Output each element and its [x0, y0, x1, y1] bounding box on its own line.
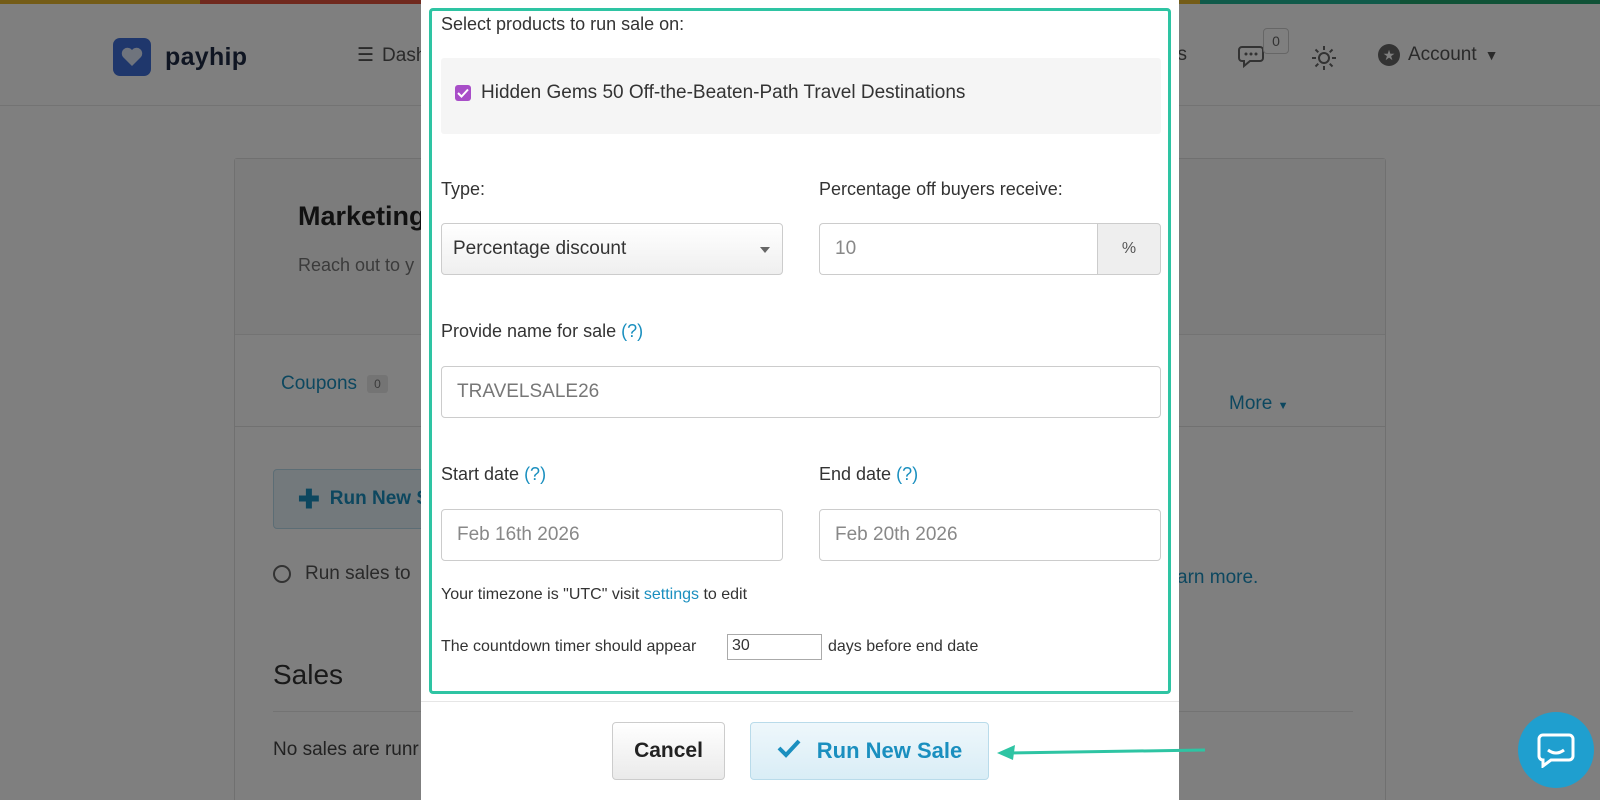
product-item[interactable]: Hidden Gems 50 Off-the-Beaten-Path Trave…: [455, 82, 965, 104]
end-date-input[interactable]: Feb 20th 2026: [819, 509, 1161, 561]
settings-link[interactable]: settings: [644, 586, 699, 603]
product-list: Hidden Gems 50 Off-the-Beaten-Path Trave…: [441, 58, 1161, 134]
percent-addon: %: [1097, 223, 1161, 275]
caret-down-icon: [760, 247, 770, 253]
percentage-input[interactable]: 10: [819, 223, 1097, 275]
discount-type-select[interactable]: Percentage discount: [441, 223, 783, 275]
countdown-prefix: The countdown timer should appear: [441, 638, 697, 655]
check-icon: [777, 738, 801, 764]
start-date-input[interactable]: Feb 16th 2026: [441, 509, 783, 561]
cancel-button[interactable]: Cancel: [612, 722, 725, 780]
chat-bubble-icon: [1537, 733, 1575, 768]
select-products-label: Select products to run sale on:: [441, 14, 685, 34]
run-new-sale-label: Run New Sale: [816, 738, 963, 763]
timezone-suffix: to edit: [703, 586, 748, 603]
start-date-label-text: Start date: [441, 464, 520, 484]
run-new-sale-button[interactable]: Run New Sale: [750, 722, 989, 780]
countdown-days-input[interactable]: 30: [727, 634, 822, 660]
end-date-label-text: End date: [819, 464, 892, 484]
help-chat-button[interactable]: [1518, 712, 1594, 788]
sale-name-input[interactable]: TRAVELSALE26: [441, 366, 1161, 418]
product-name: Hidden Gems 50 Off-the-Beaten-Path Trave…: [481, 82, 966, 103]
timezone-prefix: Your timezone is "UTC" visit: [441, 586, 640, 603]
sale-name-label: Provide name for sale (?): [441, 321, 643, 342]
type-label: Type:: [441, 179, 486, 199]
start-date-label: Start date (?): [441, 464, 546, 485]
end-date-help-link[interactable]: (?): [896, 464, 918, 484]
run-sale-modal: Select products to run sale on: Hidden G…: [421, 0, 1179, 800]
countdown-suffix: days before end date: [828, 638, 979, 655]
sale-name-label-text: Provide name for sale: [441, 321, 617, 341]
discount-type-value: Percentage discount: [453, 238, 627, 259]
start-date-help-link[interactable]: (?): [524, 464, 546, 484]
sale-name-help-link[interactable]: (?): [621, 321, 643, 341]
timezone-note: Your timezone is "UTC" visit settings to…: [441, 586, 747, 604]
percentage-label: Percentage off buyers receive:: [819, 179, 1063, 199]
end-date-label: End date (?): [819, 464, 918, 485]
modal-form-highlight: Select products to run sale on: Hidden G…: [429, 8, 1171, 694]
product-checkbox[interactable]: [455, 85, 471, 101]
annotation-arrow-icon: [995, 740, 1210, 765]
